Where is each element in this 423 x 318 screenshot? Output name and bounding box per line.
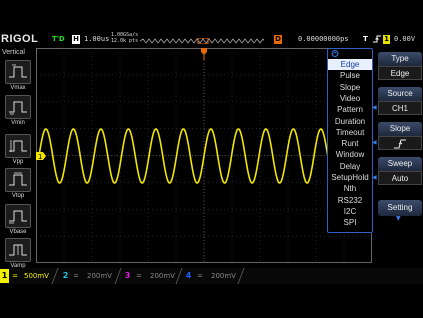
channel-tab-dividers: [51, 267, 245, 285]
trigger-menu-item[interactable]: Runt: [328, 138, 372, 149]
rising-edge-icon: [373, 35, 381, 43]
vmax-icon: [5, 60, 31, 84]
source-arrow-icon: ◀: [372, 104, 377, 111]
measure-vbase[interactable]: Vbase: [3, 204, 33, 235]
channel-1-ground-marker: 1: [36, 152, 46, 161]
trigger-menu-item[interactable]: Edge: [328, 59, 372, 70]
slope-arrow-icon: ◀: [372, 139, 377, 146]
trigger-menu-item[interactable]: Duration: [328, 116, 372, 127]
memory-position-strip: [140, 38, 264, 44]
setting-down-arrow-icon: ▼: [396, 215, 401, 222]
measure-label: Vmax: [10, 85, 26, 91]
type-button[interactable]: Edge: [378, 66, 422, 80]
measure-label: Vtop: [11, 193, 25, 199]
measure-vmax[interactable]: Vmax: [3, 60, 33, 91]
vamp-icon: [5, 238, 31, 262]
brand-logo: RIGOL: [1, 33, 39, 45]
measure-vamp[interactable]: Vamp: [3, 238, 33, 269]
measure-panel-title: Vertical: [2, 49, 25, 56]
sample-rate-info: 1.00GSa/s 12.0k pts: [111, 32, 138, 44]
trigger-source-badge: 1: [383, 35, 390, 44]
trigger-menu-item[interactable]: Timeout: [328, 127, 372, 138]
trigger-position-marker: [201, 48, 207, 60]
trigger-menu-item[interactable]: Slope: [328, 82, 372, 93]
run-status[interactable]: T'D: [52, 35, 65, 43]
sweep-title: Sweep: [378, 157, 422, 171]
horizontal-label: H: [72, 35, 80, 44]
trigger-position-value[interactable]: 0.00000000ps: [298, 35, 349, 43]
measure-label: Vbase: [9, 229, 27, 235]
vmin-icon: [5, 95, 31, 119]
vbase-icon: [5, 204, 31, 228]
sweep-arrow-icon: ◀: [372, 174, 377, 181]
vtop-icon: [5, 168, 31, 192]
sweep-button[interactable]: Auto: [378, 171, 422, 185]
source-title: Source: [378, 87, 422, 101]
vpp-icon: [5, 134, 31, 158]
rising-slope-icon: [394, 139, 406, 149]
trigger-menu-item[interactable]: I2C: [328, 206, 372, 217]
trigger-label: T: [363, 35, 368, 43]
measure-label: Vpp: [12, 159, 24, 165]
waveform-display[interactable]: 1: [36, 48, 372, 263]
measure-label: Vmin: [11, 120, 25, 126]
trigger-menu-item[interactable]: Window: [328, 149, 372, 160]
trigger-menu-item[interactable]: Video: [328, 93, 372, 104]
trigger-menu-item[interactable]: Delay: [328, 161, 372, 172]
source-button[interactable]: CH1: [378, 101, 422, 115]
trigger-menu-item[interactable]: Pattern: [328, 104, 372, 115]
scroll-knob-icon: [331, 50, 339, 57]
svg-text:1: 1: [38, 153, 42, 161]
measure-vpp[interactable]: Vpp: [3, 134, 33, 165]
type-title: Type: [378, 52, 422, 66]
memory-depth: 12.0k pts: [111, 38, 139, 44]
trigger-menu-item[interactable]: Nth: [328, 183, 372, 194]
trigger-level-value[interactable]: 0.00V: [394, 35, 415, 43]
trigger-menu-item[interactable]: SetupHold: [328, 172, 372, 183]
timebase-value[interactable]: 1.00us: [84, 35, 109, 43]
measure-vmin[interactable]: Vmin: [3, 95, 33, 126]
trigger-type-menu: Edge Pulse Slope Video Pattern Duration Timeou…: [327, 48, 373, 233]
slope-title: Slope: [378, 122, 422, 136]
setting-button[interactable]: Setting: [378, 200, 422, 216]
trigger-menu-item[interactable]: SPI: [328, 217, 372, 228]
slope-button[interactable]: [378, 136, 422, 150]
trigger-delay-label: D: [274, 35, 282, 44]
trigger-menu-item[interactable]: Pulse: [328, 70, 372, 81]
measure-vtop[interactable]: Vtop: [3, 168, 33, 199]
trigger-menu-item[interactable]: RS232: [328, 195, 372, 206]
